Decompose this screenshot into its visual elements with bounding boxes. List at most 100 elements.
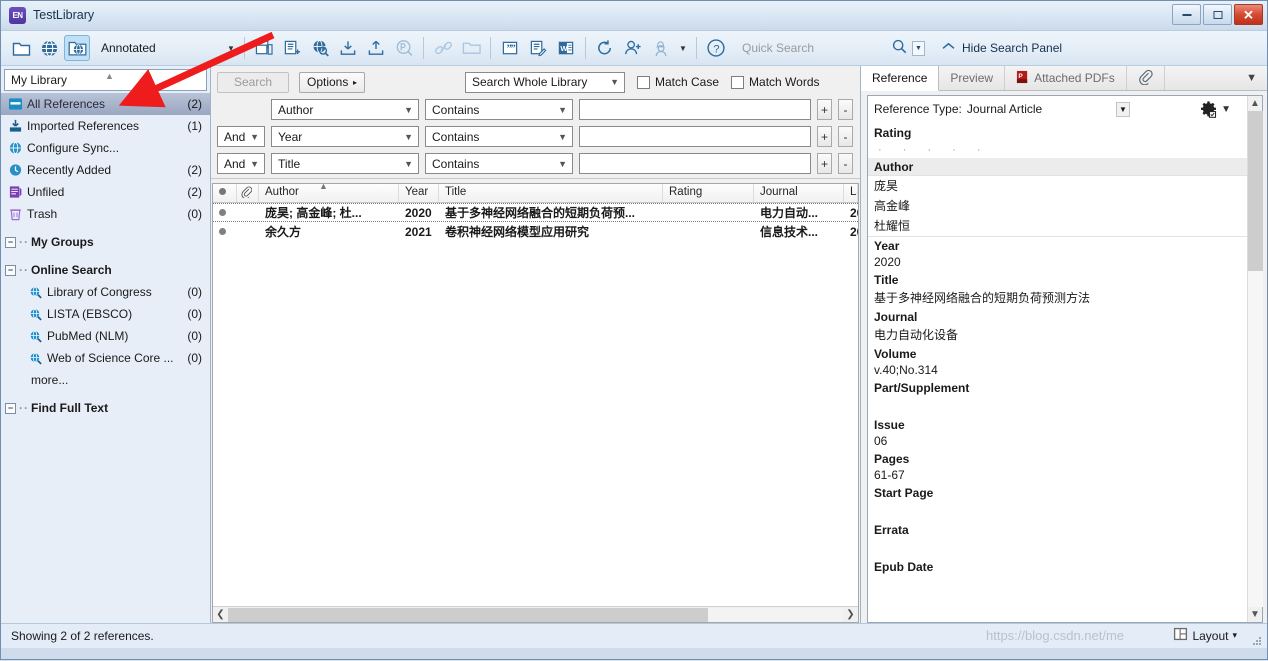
tab-attachments[interactable] xyxy=(1127,66,1165,90)
cell-read-status[interactable] xyxy=(213,209,237,216)
import-icon[interactable] xyxy=(335,35,361,61)
search-term-input[interactable] xyxy=(579,126,811,147)
help-icon[interactable]: ? xyxy=(703,35,729,61)
scroll-thumb[interactable] xyxy=(1247,111,1263,271)
search-field-select[interactable]: Author ▼ xyxy=(271,99,419,120)
collapse-expander-icon[interactable]: − xyxy=(5,264,16,276)
output-style-selector[interactable]: Annotated ▼ xyxy=(95,38,239,58)
match-words-box[interactable] xyxy=(731,75,745,89)
sidebar-group-find-full-text[interactable]: − ·· Find Full Text xyxy=(1,397,210,419)
column-header-author[interactable]: Author ▲ xyxy=(259,184,399,202)
globe-folder-icon[interactable] xyxy=(64,35,90,61)
sidebar-item-web-of-science[interactable]: Web of Science Core ... (0) xyxy=(1,347,210,369)
search-connector-select[interactable]: And ▼ xyxy=(217,153,265,174)
sync-icon[interactable] xyxy=(592,35,618,61)
search-term-input[interactable] xyxy=(579,99,811,120)
chevron-down-icon[interactable]: ▼ xyxy=(223,38,239,58)
add-row-button[interactable]: + xyxy=(817,126,832,147)
search-operator-select[interactable]: Contains ▼ xyxy=(425,153,573,174)
new-reference-icon[interactable] xyxy=(279,35,305,61)
reference-type-chevron-down-icon[interactable]: ▼ xyxy=(1116,102,1130,117)
new-folder-icon[interactable] xyxy=(8,35,34,61)
sidebar-group-online-search[interactable]: − ·· Online Search xyxy=(1,259,210,281)
rating-stars[interactable]: · · · · · xyxy=(868,141,1247,158)
sidebar-item-pubmed-nlm[interactable]: PubMed (NLM) (0) xyxy=(1,325,210,347)
search-button[interactable]: Search xyxy=(217,71,289,93)
reference-panel-scrollbar[interactable]: ▲ ▼ xyxy=(1247,96,1263,622)
scroll-down-icon[interactable]: ▼ xyxy=(1248,607,1263,622)
sidebar-item-library-of-congress[interactable]: Library of Congress (0) xyxy=(1,281,210,303)
maximize-button[interactable] xyxy=(1203,4,1232,25)
close-button[interactable]: ✕ xyxy=(1234,4,1263,25)
field-value[interactable]: 基于多神经网络融合的短期负荷预测方法 xyxy=(868,288,1247,308)
column-header-rating[interactable]: Rating xyxy=(663,184,754,202)
add-row-button[interactable]: + xyxy=(817,99,832,120)
panel-options-chevron-down-icon[interactable]: ▼ xyxy=(1246,72,1257,84)
search-connector-select[interactable]: And ▼ xyxy=(217,126,265,147)
search-scope-select[interactable]: Search Whole Library ▼ xyxy=(465,71,625,93)
field-value[interactable] xyxy=(868,538,1247,558)
table-horizontal-scrollbar[interactable]: ❮ ❯ xyxy=(213,606,858,622)
options-button[interactable]: Options ▸ xyxy=(299,71,365,93)
insert-citation-icon[interactable]: ”” xyxy=(497,35,523,61)
search-field-select[interactable]: Title ▼ xyxy=(271,153,419,174)
field-value[interactable]: 06 xyxy=(868,433,1247,450)
field-value[interactable] xyxy=(868,501,1247,521)
search-icon[interactable] xyxy=(892,39,907,57)
open-file-icon[interactable] xyxy=(458,35,484,61)
resize-grip[interactable] xyxy=(1252,635,1262,645)
column-header-attachment[interactable] xyxy=(237,184,259,202)
format-bibliography-icon[interactable] xyxy=(525,35,551,61)
field-value[interactable] xyxy=(868,396,1247,416)
scroll-track[interactable] xyxy=(228,607,843,622)
field-value[interactable]: v.40;No.314 xyxy=(868,362,1247,379)
remove-row-button[interactable]: - xyxy=(838,153,853,174)
column-header-journal[interactable]: Journal xyxy=(754,184,844,202)
scroll-up-icon[interactable]: ▲ xyxy=(1248,96,1263,111)
search-term-input[interactable] xyxy=(579,153,811,174)
hide-search-panel-button[interactable]: Hide Search Panel xyxy=(941,41,1062,55)
scroll-right-icon[interactable]: ❯ xyxy=(843,609,858,620)
manage-sharing-icon[interactable] xyxy=(648,35,674,61)
sidebar-item-more[interactable]: more... xyxy=(1,369,210,391)
sidebar-item-imported-references[interactable]: Imported References (1) xyxy=(1,115,210,137)
sidebar-item-configure-sync[interactable]: Configure Sync... xyxy=(1,137,210,159)
layout-chevron-down-icon[interactable]: ▾ xyxy=(1232,630,1237,641)
quick-search-options-chevron-down-icon[interactable]: ▼ xyxy=(912,40,925,56)
field-value[interactable]: 2020 xyxy=(868,254,1247,271)
remove-row-button[interactable]: - xyxy=(838,99,853,120)
sidebar-item-trash[interactable]: Trash (0) xyxy=(1,203,210,225)
column-header-year[interactable]: Year xyxy=(399,184,439,202)
find-pdf-icon[interactable] xyxy=(391,35,417,61)
globe-icon[interactable] xyxy=(36,35,62,61)
sidebar-item-recently-added[interactable]: Recently Added (2) xyxy=(1,159,210,181)
tab-reference[interactable]: Reference xyxy=(861,66,940,91)
sidebar-item-lista-ebsco[interactable]: LISTA (EBSCO) (0) xyxy=(1,303,210,325)
minimize-button[interactable] xyxy=(1172,4,1201,25)
column-header-read-status[interactable] xyxy=(213,184,237,202)
export-icon[interactable] xyxy=(363,35,389,61)
remove-row-button[interactable]: - xyxy=(838,126,853,147)
copy-references-icon[interactable] xyxy=(251,35,277,61)
sidebar-item-all-references[interactable]: All References (2) xyxy=(1,93,210,115)
column-header-title[interactable]: Title xyxy=(439,184,663,202)
column-header-last-updated[interactable]: Last U xyxy=(844,184,858,202)
search-field-select[interactable]: Year ▼ xyxy=(271,126,419,147)
sidebar-item-unfiled[interactable]: Unfiled (2) xyxy=(1,181,210,203)
library-header[interactable]: My Library ▲ xyxy=(4,69,207,91)
tab-preview[interactable]: Preview xyxy=(939,66,1006,90)
field-value[interactable]: 61-67 xyxy=(868,467,1247,484)
collapse-expander-icon[interactable]: − xyxy=(5,236,16,248)
search-operator-select[interactable]: Contains ▼ xyxy=(425,99,573,120)
field-value[interactable]: 电力自动化设备 xyxy=(868,325,1247,345)
layout-button[interactable]: Layout ▾ xyxy=(1173,627,1237,644)
sidebar-group-my-groups[interactable]: − ·· My Groups xyxy=(1,231,210,253)
search-operator-select[interactable]: Contains ▼ xyxy=(425,126,573,147)
online-search-icon[interactable] xyxy=(307,35,333,61)
cell-read-status[interactable] xyxy=(213,228,237,235)
table-row[interactable]: 余久方 2021 卷积神经网络模型应用研究 信息技术... 202 xyxy=(213,222,858,241)
share-library-icon[interactable] xyxy=(620,35,646,61)
match-case-checkbox[interactable]: Match Case xyxy=(637,75,719,89)
tab-attached-pdfs[interactable]: P Attached PDFs xyxy=(1005,66,1127,90)
match-case-box[interactable] xyxy=(637,75,650,89)
